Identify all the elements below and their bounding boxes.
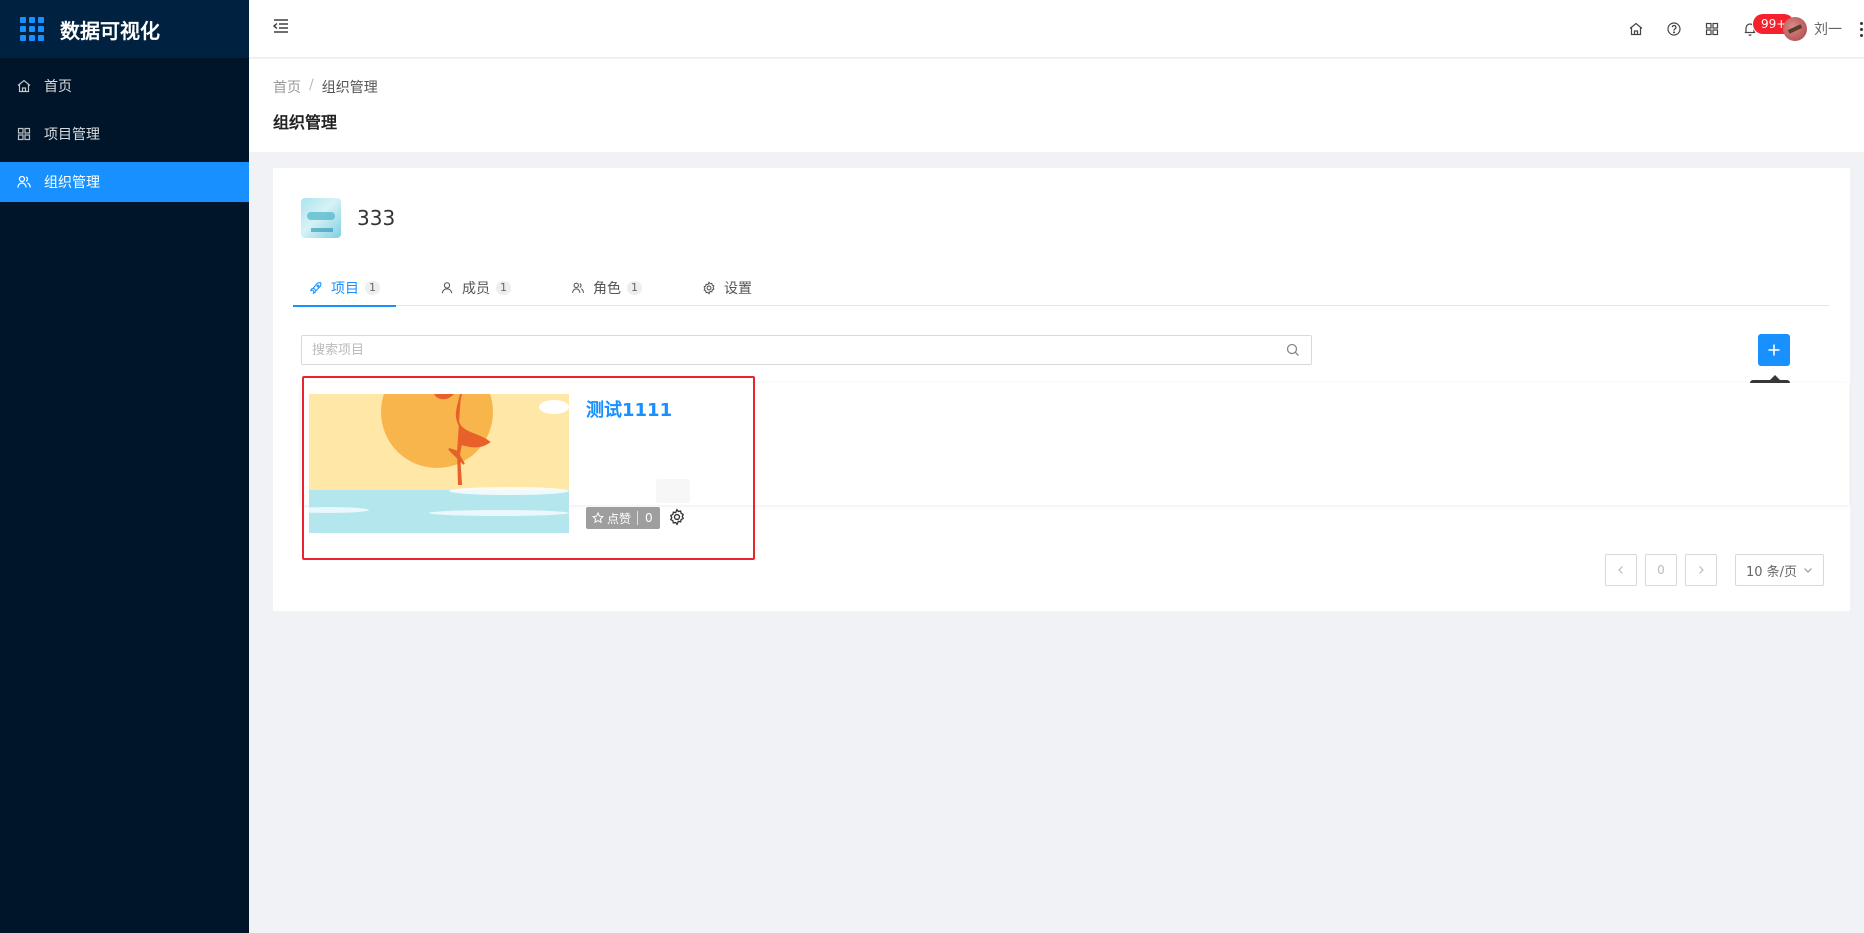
- app-title: 数据可视化: [60, 18, 160, 43]
- apps-grid-icon: [20, 17, 44, 41]
- tab-count: 1: [365, 281, 380, 295]
- tab-count: 1: [496, 281, 511, 295]
- rocket-icon: [309, 282, 322, 295]
- sidebar-item-organization[interactable]: 组织管理: [0, 162, 249, 202]
- chevron-down-icon: [1804, 568, 1812, 573]
- project-name[interactable]: 测试1111: [586, 396, 672, 422]
- tab-label: 成员: [462, 281, 490, 297]
- sidebar-item-projects[interactable]: 项目管理: [0, 114, 249, 154]
- settings-icon: [703, 281, 715, 295]
- page-size-value: 10 条/页: [1746, 564, 1798, 580]
- team-icon: [16, 174, 32, 190]
- hover-action-placeholder: [656, 479, 690, 503]
- project-search: [301, 335, 1312, 365]
- project-list: 测试1111 点赞 0: [301, 383, 1849, 533]
- tab-label: 设置: [724, 281, 752, 297]
- prev-page-button[interactable]: [1605, 554, 1637, 586]
- org-name: 333: [357, 206, 396, 230]
- breadcrumb-home[interactable]: 首页: [273, 77, 301, 97]
- user-icon: [441, 282, 453, 294]
- organization-card: 333 项目 1 成员 1 角色 1 设置 创建: [273, 168, 1850, 611]
- sidebar-item-home[interactable]: 首页: [0, 66, 249, 106]
- page-header: 首页 / 组织管理 组织管理: [249, 59, 1864, 152]
- page-size-select[interactable]: 10 条/页: [1735, 554, 1824, 586]
- menu-fold-icon[interactable]: [271, 16, 291, 36]
- org-logo: [301, 198, 341, 238]
- notification-bell-icon[interactable]: 99+: [1731, 10, 1795, 48]
- home-icon[interactable]: [1617, 10, 1655, 48]
- sidebar-item-label: 项目管理: [44, 127, 100, 143]
- tab-count: 1: [627, 281, 642, 295]
- help-icon[interactable]: [1655, 10, 1693, 48]
- gear-icon: [669, 508, 685, 526]
- like-label-wrap: 点赞: [586, 511, 639, 526]
- home-icon: [16, 78, 32, 94]
- apps-icon[interactable]: [1693, 10, 1731, 48]
- next-page-button[interactable]: [1685, 554, 1717, 586]
- user-menu[interactable]: 刘一: [1783, 17, 1842, 41]
- more-vertical-icon[interactable]: [1860, 21, 1864, 37]
- page-title: 组织管理: [273, 113, 338, 132]
- page-number[interactable]: 0: [1645, 554, 1677, 586]
- breadcrumb: 首页 / 组织管理: [273, 77, 378, 97]
- like-button[interactable]: 点赞 0: [586, 507, 660, 529]
- tab-roles[interactable]: 角色 1: [555, 270, 658, 306]
- chevron-left-icon: [1618, 566, 1623, 574]
- tab-label: 项目: [331, 281, 359, 297]
- tab-label: 角色: [593, 281, 621, 297]
- avatar: [1783, 17, 1807, 41]
- search-input[interactable]: [302, 336, 1285, 364]
- search-icon[interactable]: [1285, 342, 1301, 358]
- sidebar-item-label: 组织管理: [44, 175, 100, 191]
- like-label: 点赞: [607, 511, 632, 526]
- project-thumbnail[interactable]: [309, 394, 569, 533]
- create-project-button[interactable]: [1758, 334, 1790, 366]
- tab-projects[interactable]: 项目 1: [293, 270, 396, 307]
- role-icon: [572, 282, 585, 293]
- chevron-right-icon: [1699, 566, 1704, 574]
- sidebar-item-label: 首页: [44, 79, 72, 95]
- header-actions: 99+ 刘一: [1617, 0, 1864, 58]
- grid-icon: [16, 126, 32, 142]
- tab-settings[interactable]: 设置: [686, 270, 768, 306]
- username: 刘一: [1814, 22, 1842, 38]
- org-header: 333: [301, 198, 395, 238]
- pagination: 0 10 条/页: [1597, 554, 1824, 586]
- top-header: 99+ 刘一: [249, 0, 1864, 58]
- project-settings-button[interactable]: [666, 506, 688, 528]
- sidebar: 数据可视化 首页 项目管理 组织管理: [0, 0, 249, 933]
- star-icon: [592, 512, 604, 524]
- breadcrumb-current: 组织管理: [321, 80, 378, 96]
- plus-icon: [1768, 344, 1780, 356]
- org-tabs: 项目 1 成员 1 角色 1 设置: [293, 270, 1829, 307]
- project-card[interactable]: 测试1111 点赞 0: [305, 386, 825, 533]
- app-logo[interactable]: 数据可视化: [0, 0, 249, 58]
- tab-members[interactable]: 成员 1: [424, 270, 527, 306]
- like-count: 0: [645, 511, 653, 525]
- breadcrumb-separator: /: [309, 77, 314, 93]
